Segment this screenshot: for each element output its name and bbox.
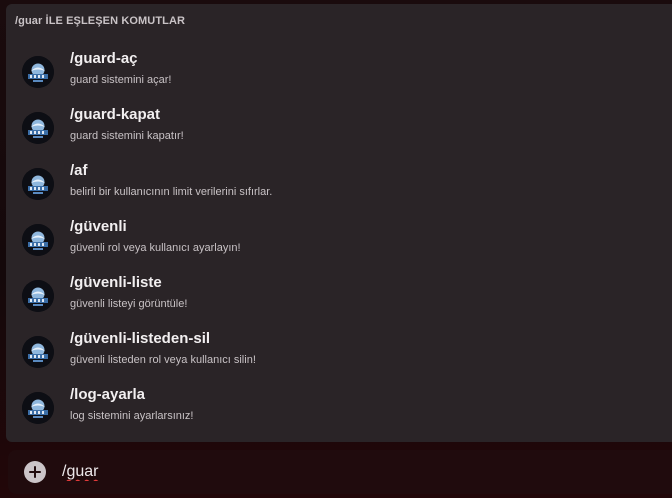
command-name: /guard-aç (70, 50, 138, 67)
command-description: güvenli rol veya kullanıcı ayarlayın! (70, 242, 241, 254)
bot-avatar-icon (22, 280, 54, 312)
command-item[interactable]: /af belirli bir kullanıcının limit verile… (6, 158, 672, 214)
bot-avatar-icon (22, 336, 54, 368)
command-item[interactable]: /güvenli-liste güvenli listeyi görüntüle! (6, 270, 672, 326)
bot-avatar-icon (22, 168, 54, 200)
command-item[interactable]: /log-ayarla log sistemini ayarlarsınız! (6, 382, 672, 438)
command-item[interactable]: /güvenli güvenli rol veya kullanıcı ayarl… (6, 214, 672, 270)
command-item[interactable]: /guard-aç guard sistemini açar! (6, 46, 672, 102)
command-item[interactable]: /guard-kapat guard sistemini kapatır! (6, 102, 672, 158)
bot-avatar-icon (22, 392, 54, 424)
command-list: /guard-aç guard sistemini açar! /guard-kap… (6, 46, 672, 438)
command-description: belirli bir kullanıcının limit verilerin… (70, 186, 273, 198)
plus-circle-icon[interactable] (24, 461, 46, 483)
message-input[interactable] (62, 460, 622, 484)
command-name: /güvenli-liste (70, 274, 162, 291)
command-autocomplete-popup: /guar İLE EŞLEŞEN KOMUTLAR /guard-aç guar… (6, 4, 672, 442)
command-description: guard sistemini açar! (70, 74, 172, 86)
bot-avatar-icon (22, 112, 54, 144)
command-name: /log-ayarla (70, 386, 146, 403)
autocomplete-header: /guar İLE EŞLEŞEN KOMUTLAR (15, 15, 186, 27)
command-name: /güvenli (70, 218, 127, 235)
command-description: log sistemini ayarlarsınız! (70, 410, 194, 422)
message-composer (8, 450, 672, 494)
command-name: /guard-kapat (70, 106, 161, 123)
command-description: güvenli listeden rol veya kullanıcı sili… (70, 354, 256, 366)
command-name: /güvenli-listeden-sil (70, 330, 211, 347)
command-name: /af (70, 162, 88, 179)
bot-avatar-icon (22, 56, 54, 88)
command-description: guard sistemini kapatır! (70, 130, 184, 142)
command-item[interactable]: /güvenli-listeden-sil güvenli listeden ro… (6, 326, 672, 382)
bot-avatar-icon (22, 224, 54, 256)
command-description: güvenli listeyi görüntüle! (70, 298, 188, 310)
